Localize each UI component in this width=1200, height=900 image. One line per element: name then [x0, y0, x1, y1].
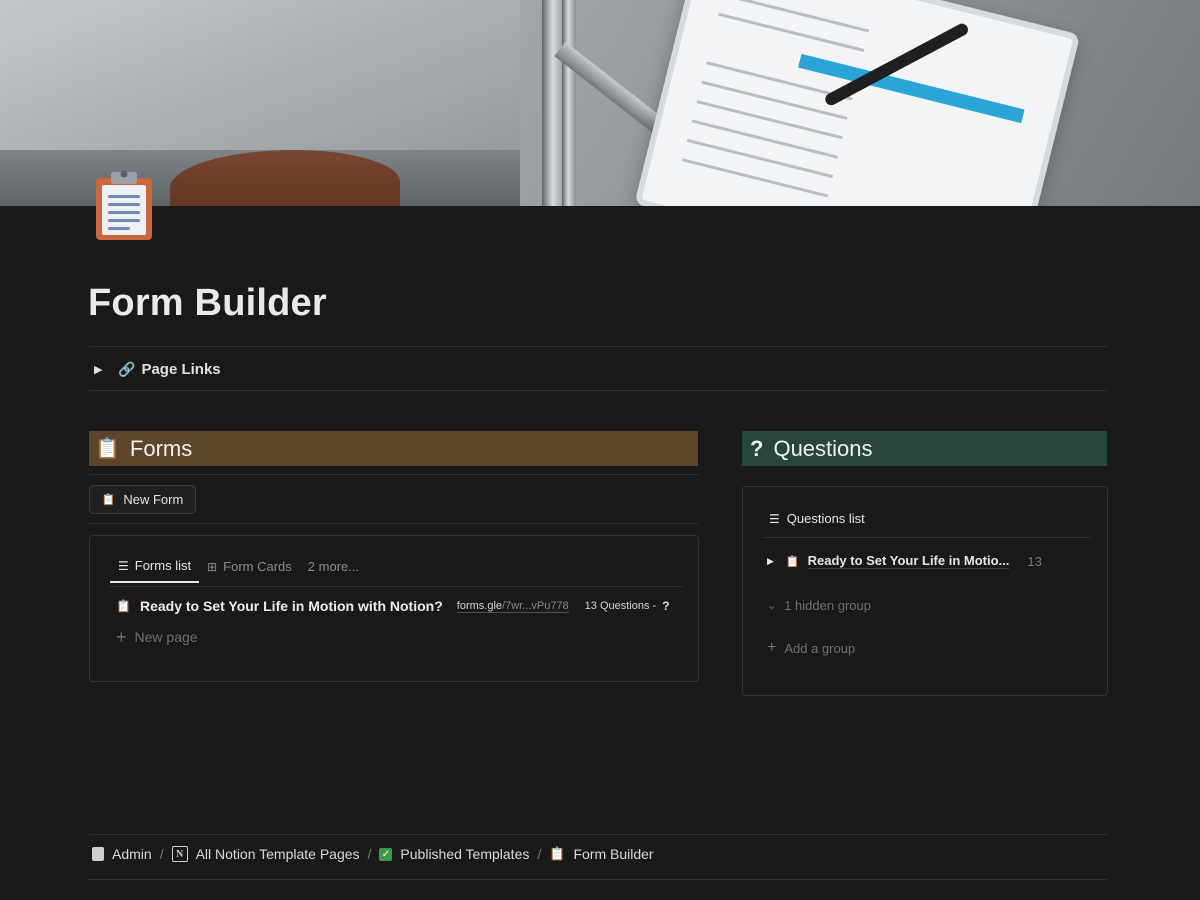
questions-database: ☰ Questions list ▶ 📋 Ready to Set Your L…: [742, 486, 1108, 696]
breadcrumb-separator: /: [367, 846, 372, 862]
toggle-label: Page Links: [141, 360, 221, 378]
form-title[interactable]: Ready to Set Your Life in Motion with No…: [140, 598, 443, 614]
group-title[interactable]: Ready to Set Your Life in Motio...: [807, 553, 1010, 569]
breadcrumb-label: All Notion Template Pages: [195, 846, 360, 862]
tab-questions-list[interactable]: ☰ Questions list: [769, 511, 865, 526]
url-path: /7wr...vPu778: [502, 599, 569, 612]
breadcrumb-item-all-pages[interactable]: N All Notion Template Pages: [171, 846, 360, 862]
breadcrumb: Admin / N All Notion Template Pages / ✓ …: [92, 846, 654, 862]
tab-more-views[interactable]: 2 more...: [300, 558, 367, 583]
breadcrumb-item-published[interactable]: ✓ Published Templates: [379, 846, 529, 862]
tab-form-cards[interactable]: ⊞ Form Cards: [199, 558, 300, 583]
form-url-link[interactable]: forms.gle/7wr...vPu778: [456, 599, 569, 613]
hidden-group-toggle[interactable]: ⌄ 1 hidden group: [767, 598, 871, 613]
checkbox-icon: ✓: [379, 847, 393, 861]
cover-sheet-line: [696, 100, 843, 140]
divider: [89, 523, 698, 524]
list-item[interactable]: 📋 Ready to Set Your Life in Motion with …: [116, 598, 686, 614]
questions-heading-label: Questions: [773, 435, 873, 461]
tabs-divider: [763, 537, 1091, 538]
new-page-label: New page: [134, 629, 198, 645]
grid-icon: ⊞: [207, 559, 218, 574]
forms-heading: 📋 Forms: [89, 431, 698, 466]
link-icon: 🔗: [118, 360, 136, 377]
tabs-divider: [110, 586, 682, 587]
breadcrumb-label: Admin: [112, 846, 152, 862]
page-links-toggle[interactable]: ▶ 🔗 Page Links: [94, 357, 221, 381]
divider: [89, 346, 1107, 347]
questions-heading: ? Questions: [742, 431, 1107, 466]
clipboard-icon: 📋: [785, 555, 800, 568]
view-tabs: ☰ Forms list ⊞ Form Cards 2 more...: [110, 558, 367, 583]
question-count: 13 Questions -: [584, 600, 657, 612]
group-count: 13: [1027, 553, 1042, 569]
breadcrumb-separator: /: [159, 846, 164, 862]
new-form-label: New Form: [123, 492, 184, 507]
forms-heading-label: Forms: [129, 435, 193, 461]
breadcrumb-item-form-builder[interactable]: 📋 Form Builder: [549, 846, 653, 862]
question-mark-icon: ?: [662, 599, 670, 613]
question-mark-icon: ?: [750, 435, 764, 461]
document-icon: [92, 847, 104, 861]
plus-icon: +: [767, 639, 777, 656]
hidden-group-label: 1 hidden group: [784, 598, 871, 613]
group-header[interactable]: ▶ 📋 Ready to Set Your Life in Motio... 1…: [767, 553, 1042, 569]
forms-database: ☰ Forms list ⊞ Form Cards 2 more... 📋 Re…: [89, 535, 699, 682]
cover-sheet-line: [681, 158, 829, 198]
url-domain: forms.gle: [456, 599, 503, 612]
cover-sheet-line: [723, 0, 870, 33]
divider: [89, 834, 1107, 835]
page-title[interactable]: Form Builder: [88, 282, 327, 325]
cover-image: [0, 0, 1200, 206]
clipboard-icon: 📋: [116, 599, 131, 613]
new-form-button[interactable]: 📋 New Form: [89, 485, 196, 514]
toggle-triangle-icon[interactable]: ▶: [94, 363, 108, 376]
clipboard-icon: 📋: [101, 494, 116, 506]
breadcrumb-label: Published Templates: [400, 846, 530, 862]
cover-sheet-line: [686, 138, 834, 179]
tab-label: 2 more...: [307, 559, 360, 574]
clipboard-icon: 📋: [95, 438, 120, 460]
list-icon: ☰: [118, 558, 129, 573]
tab-forms-list[interactable]: ☰ Forms list: [110, 558, 200, 583]
tab-label: Form Cards: [223, 559, 292, 574]
divider: [89, 474, 698, 475]
notion-icon: N: [171, 846, 188, 862]
page-clipboard-icon[interactable]: [95, 168, 153, 242]
add-group-label: Add a group: [784, 640, 856, 656]
breadcrumb-label: Form Builder: [573, 846, 654, 862]
breadcrumb-separator: /: [537, 846, 542, 862]
chevron-down-icon: ⌄: [767, 600, 777, 612]
new-page-button[interactable]: + New page: [116, 628, 198, 646]
cover-sheet-line: [718, 12, 865, 52]
divider: [89, 879, 1107, 880]
toggle-triangle-icon[interactable]: ▶: [767, 556, 774, 567]
tab-label: Forms list: [134, 558, 192, 573]
cover-chrome-leg: [562, 0, 576, 206]
clipboard-icon: 📋: [549, 846, 566, 861]
plus-icon: +: [116, 627, 127, 647]
divider: [89, 390, 1107, 391]
list-icon: ☰: [769, 511, 780, 526]
cover-clipboard: [634, 0, 1081, 206]
cover-sheet-line: [691, 119, 838, 159]
breadcrumb-item-admin[interactable]: Admin: [92, 846, 152, 862]
add-group-button[interactable]: + Add a group: [767, 640, 855, 656]
tab-label: Questions list: [786, 511, 865, 526]
